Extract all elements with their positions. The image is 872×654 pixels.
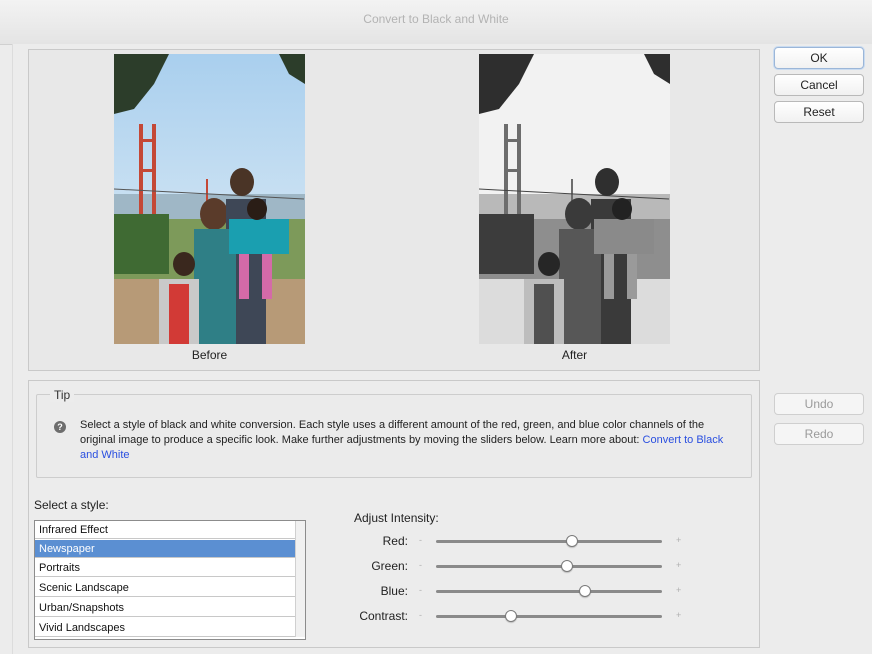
plus-icon: + bbox=[676, 560, 682, 570]
window-title: Convert to Black and White bbox=[363, 12, 509, 26]
red-slider-thumb[interactable] bbox=[565, 535, 578, 547]
style-item[interactable]: Portraits bbox=[35, 559, 295, 577]
tip-text: Select a style of black and white conver… bbox=[80, 418, 740, 463]
intensity-label: Adjust Intensity: bbox=[354, 511, 439, 525]
minus-icon: - bbox=[419, 535, 422, 545]
undo-button[interactable]: Undo bbox=[774, 393, 864, 415]
contrast-slider-track[interactable] bbox=[436, 615, 662, 618]
minus-icon: - bbox=[419, 560, 422, 570]
style-list-label: Select a style: bbox=[34, 498, 109, 512]
after-label: After bbox=[561, 348, 588, 362]
before-label: Before bbox=[191, 348, 228, 362]
green-slider-track[interactable] bbox=[436, 565, 662, 568]
tip-body: Select a style of black and white conver… bbox=[80, 419, 705, 446]
green-slider-label: Green: bbox=[371, 559, 408, 573]
help-icon: ? bbox=[54, 421, 66, 433]
after-photo bbox=[479, 54, 670, 344]
style-item[interactable]: Newspaper bbox=[35, 540, 295, 558]
minus-icon: - bbox=[419, 585, 422, 595]
style-item[interactable]: Vivid Landscapes bbox=[35, 619, 295, 637]
contrast-slider-thumb[interactable] bbox=[504, 610, 517, 622]
style-list-scrollbar[interactable] bbox=[295, 521, 305, 637]
plus-icon: + bbox=[676, 610, 682, 620]
cancel-button[interactable]: Cancel bbox=[774, 74, 864, 96]
red-slider-track[interactable] bbox=[436, 540, 662, 543]
plus-icon: + bbox=[676, 535, 682, 545]
reset-button[interactable]: Reset bbox=[774, 101, 864, 123]
style-item[interactable]: Scenic Landscape bbox=[35, 579, 295, 597]
plus-icon: + bbox=[676, 585, 682, 595]
green-slider-thumb[interactable] bbox=[561, 560, 574, 572]
redo-button[interactable]: Redo bbox=[774, 423, 864, 445]
red-slider-label: Red: bbox=[382, 534, 408, 548]
before-photo bbox=[114, 54, 305, 344]
blue-slider-track[interactable] bbox=[436, 590, 662, 593]
title-bar: Convert to Black and White bbox=[0, 0, 872, 45]
style-item[interactable]: Infrared Effect bbox=[35, 521, 295, 539]
style-item[interactable]: Urban/Snapshots bbox=[35, 599, 295, 617]
style-list[interactable]: Infrared Effect Newspaper Portraits Scen… bbox=[34, 520, 306, 640]
contrast-slider-label: Contrast: bbox=[359, 609, 408, 623]
minus-icon: - bbox=[419, 610, 422, 620]
ok-button[interactable]: OK bbox=[774, 47, 864, 69]
blue-slider-label: Blue: bbox=[380, 584, 408, 598]
tip-title: Tip bbox=[50, 388, 75, 402]
